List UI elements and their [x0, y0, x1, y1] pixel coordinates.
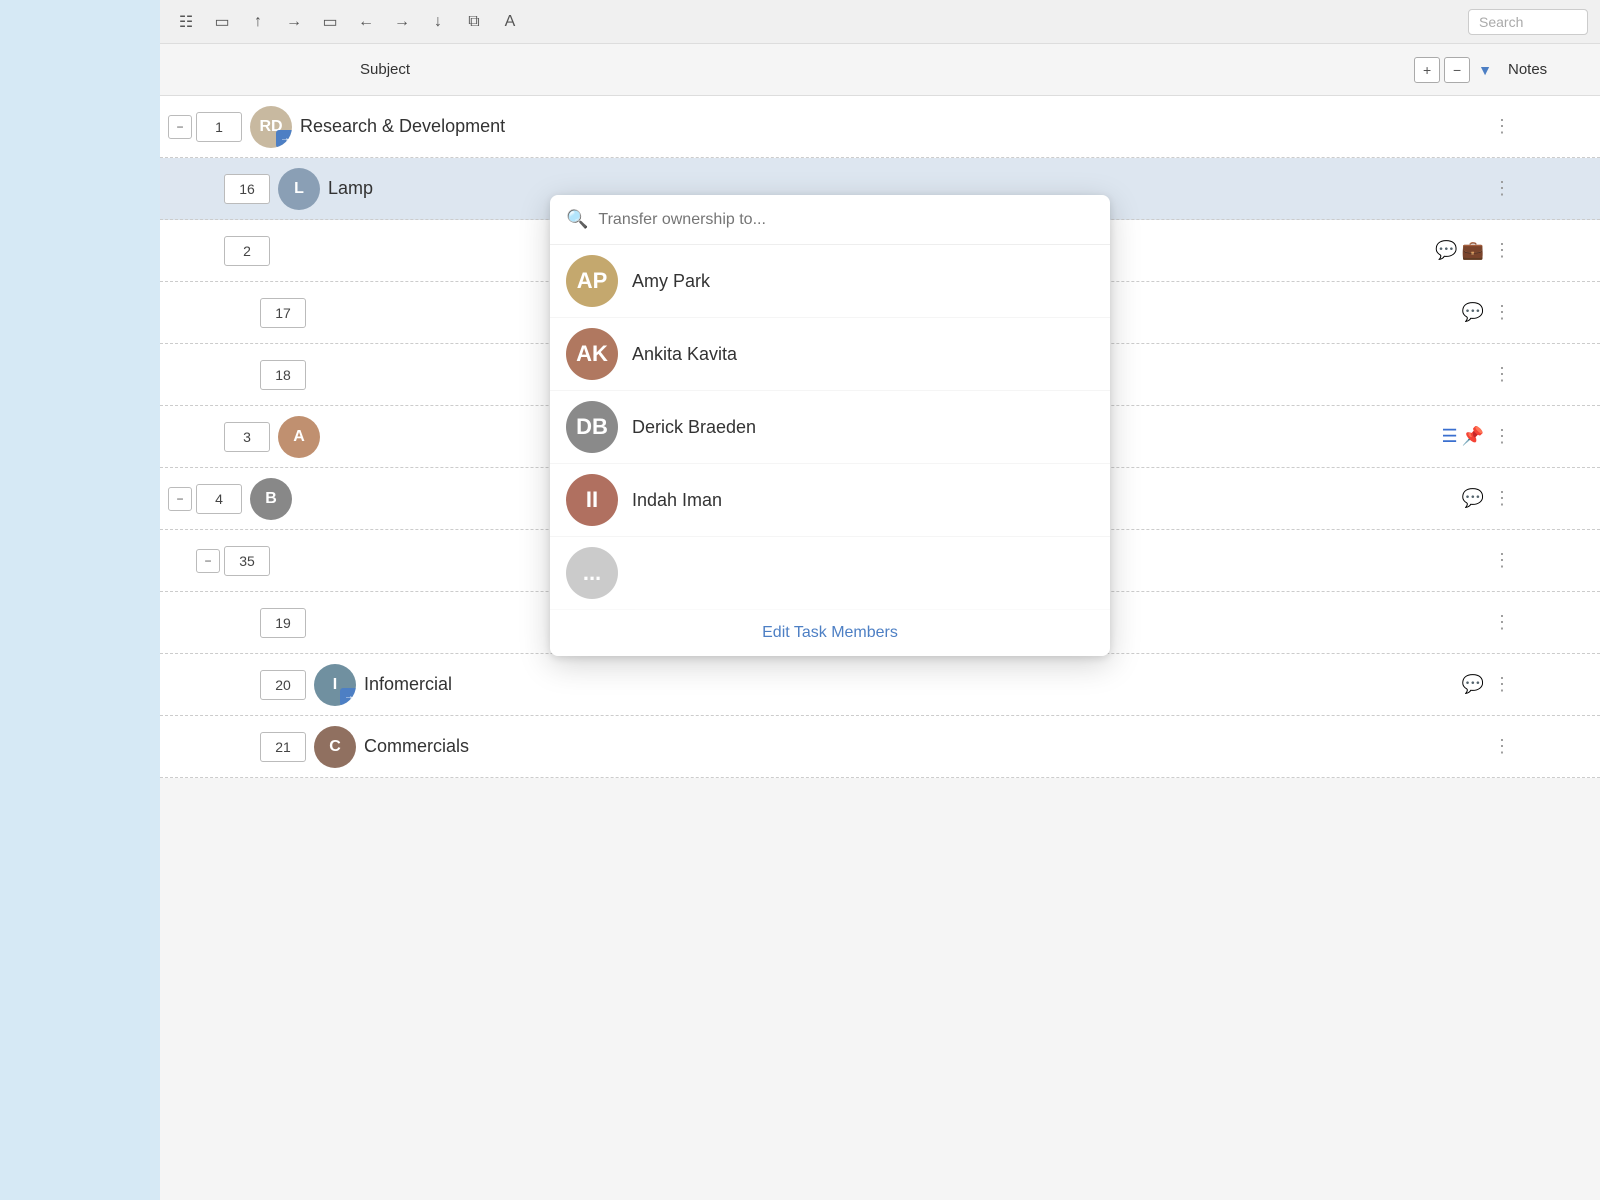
dropdown-name-indah-iman: Indah Iman: [632, 490, 722, 511]
row-number: 20: [260, 670, 306, 700]
row-number: 3: [224, 422, 270, 452]
notes-header: Notes: [1508, 61, 1588, 78]
avatar-arrow-icon: →: [340, 688, 356, 706]
chat-icon: 💬: [1435, 240, 1457, 261]
row-icons: 💬: [1462, 302, 1484, 323]
avatar: L: [278, 168, 320, 210]
avatar-derick-braeden: DB: [566, 401, 618, 453]
collapse-button[interactable]: −: [196, 549, 220, 573]
row-number: 16: [224, 174, 270, 204]
more-options-button[interactable]: ⋮: [1492, 612, 1512, 633]
row-number: 17: [260, 298, 306, 328]
arrow-left-icon[interactable]: ←: [352, 8, 380, 36]
row-number: 4: [196, 484, 242, 514]
arrow-right-icon[interactable]: →: [280, 8, 308, 36]
more-options-button[interactable]: ⋮: [1492, 240, 1512, 261]
square2-icon[interactable]: ▭: [316, 8, 344, 36]
dropdown-name-amy-park: Amy Park: [632, 271, 710, 292]
avatar-ankita-kavita: AK: [566, 328, 618, 380]
table-row: − 1 RD → Research & Development ⋮: [160, 96, 1600, 158]
text-icon[interactable]: A: [496, 8, 524, 36]
dropdown-item-amy-park[interactable]: AP Amy Park: [550, 245, 1110, 318]
more-options-button[interactable]: ⋮: [1492, 488, 1512, 509]
search-icon: 🔍: [566, 209, 588, 230]
avatar-arrow-icon: →: [276, 130, 292, 148]
content-area: ☷ ▭ ↑ → ▭ ← → ↓ ⧉ A Search Subject + − ▼…: [160, 0, 1600, 1200]
row-number: 1: [196, 112, 242, 142]
more-options-button[interactable]: ⋮: [1492, 178, 1512, 199]
grid-icon[interactable]: ☷: [172, 8, 200, 36]
dropdown-name-ankita-kavita: Ankita Kavita: [632, 344, 737, 365]
row-number: 19: [260, 608, 306, 638]
copy-icon[interactable]: ⧉: [460, 8, 488, 36]
more-options-button[interactable]: ⋮: [1492, 116, 1512, 137]
collapse-button[interactable]: −: [168, 115, 192, 139]
arrow-right2-icon[interactable]: →: [388, 8, 416, 36]
briefcase-icon: 💼: [1462, 240, 1484, 261]
paperclip-icon: 📌: [1462, 426, 1484, 447]
left-sidebar: [0, 0, 160, 1200]
toolbar: ☷ ▭ ↑ → ▭ ← → ↓ ⧉ A Search: [160, 0, 1600, 44]
filter-icon[interactable]: ▼: [1478, 62, 1492, 78]
table-row: 20 I → Infomercial 💬 ⋮: [160, 654, 1600, 716]
more-options-button[interactable]: ⋮: [1492, 736, 1512, 757]
header-controls: + − ▼: [1414, 57, 1492, 83]
row-label: Commercials: [364, 736, 1492, 757]
avatar-indah-iman: II: [566, 474, 618, 526]
more-options-button[interactable]: ⋮: [1492, 550, 1512, 571]
dropdown-item-derick-braeden[interactable]: DB Derick Braeden: [550, 391, 1110, 464]
row-icons: 💬: [1462, 674, 1484, 695]
edit-task-members-button[interactable]: Edit Task Members: [550, 610, 1110, 656]
row-number: 2: [224, 236, 270, 266]
avatar-partial: ...: [566, 547, 618, 599]
row-icons: 💬: [1462, 488, 1484, 509]
more-options-button[interactable]: ⋮: [1492, 302, 1512, 323]
more-options-button[interactable]: ⋮: [1492, 674, 1512, 695]
collapse-button[interactable]: −: [168, 487, 192, 511]
avatar: C: [314, 726, 356, 768]
arrow-down-icon[interactable]: ↓: [424, 8, 452, 36]
arrow-up-icon[interactable]: ↑: [244, 8, 272, 36]
list-icon: ☰: [1441, 426, 1457, 447]
row-number: 18: [260, 360, 306, 390]
row-number: 35: [224, 546, 270, 576]
transfer-ownership-dropdown: 🔍 AP Amy Park AK Ankita Kavita DB Derick…: [550, 195, 1110, 656]
transfer-search-input[interactable]: [598, 211, 1094, 229]
dropdown-item-partial[interactable]: ...: [550, 537, 1110, 610]
more-options-button[interactable]: ⋮: [1492, 364, 1512, 385]
row-number: 21: [260, 732, 306, 762]
dropdown-name-derick-braeden: Derick Braeden: [632, 417, 756, 438]
dropdown-item-ankita-kavita[interactable]: AK Ankita Kavita: [550, 318, 1110, 391]
table-header: Subject + − ▼ Notes: [160, 44, 1600, 96]
dropdown-search-row: 🔍: [550, 195, 1110, 245]
avatar: I →: [314, 664, 356, 706]
chat-icon: 💬: [1462, 302, 1484, 323]
chat-icon: 💬: [1462, 488, 1484, 509]
row-label: Research & Development: [300, 116, 1492, 137]
table-row: 21 C Commercials ⋮: [160, 716, 1600, 778]
subject-header: Subject: [360, 61, 1414, 78]
square-icon[interactable]: ▭: [208, 8, 236, 36]
avatar: RD →: [250, 106, 292, 148]
more-options-button[interactable]: ⋮: [1492, 426, 1512, 447]
avatar: A: [278, 416, 320, 458]
collapse-all-button[interactable]: −: [1444, 57, 1470, 83]
row-label: Infomercial: [364, 674, 1462, 695]
row-icons: 💬 💼: [1435, 240, 1484, 261]
expand-all-button[interactable]: +: [1414, 57, 1440, 83]
search-input[interactable]: Search: [1468, 9, 1588, 35]
avatar: B: [250, 478, 292, 520]
row-icons: ☰ 📌: [1441, 426, 1484, 447]
dropdown-item-indah-iman[interactable]: II Indah Iman: [550, 464, 1110, 537]
avatar-amy-park: AP: [566, 255, 618, 307]
chat-icon: 💬: [1462, 674, 1484, 695]
